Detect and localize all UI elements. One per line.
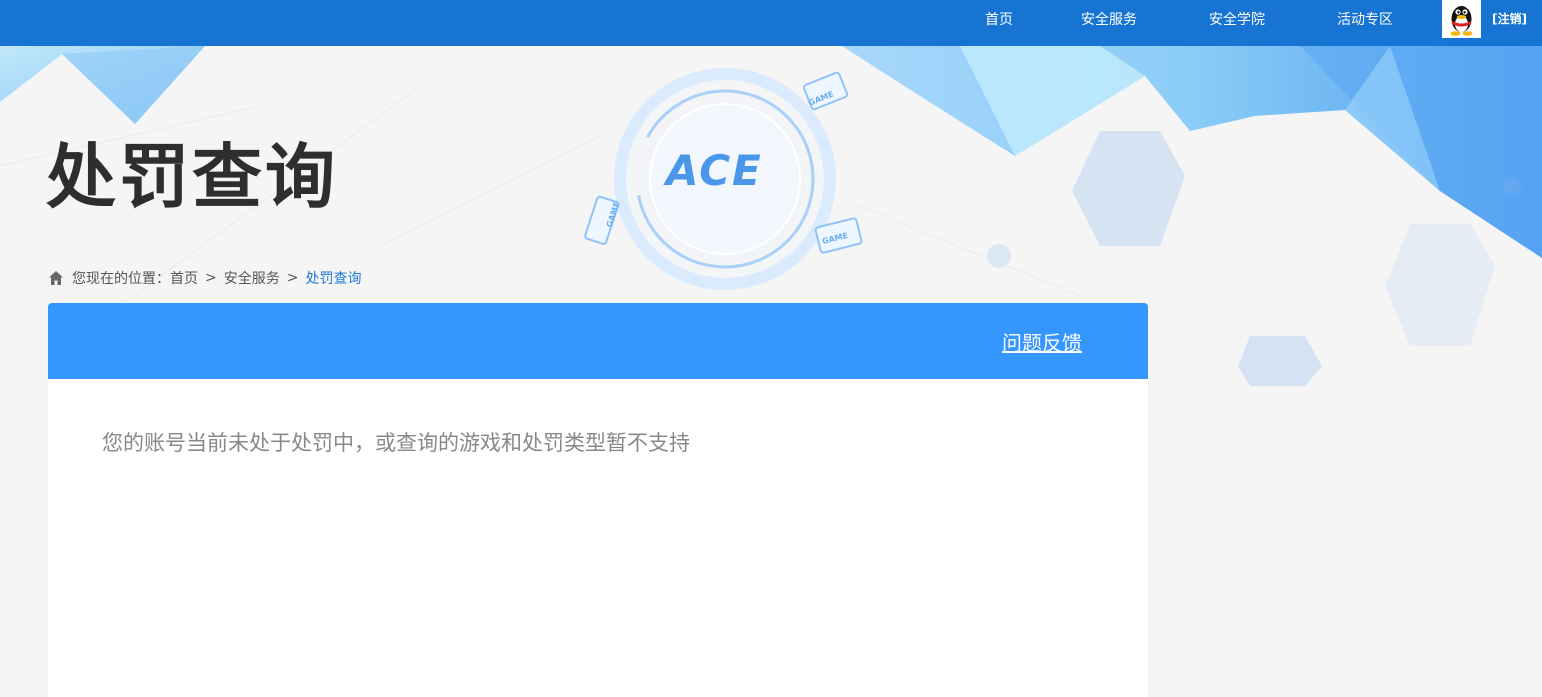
nav-activity-zone[interactable]: 活动专区 (1337, 0, 1393, 46)
home-icon (49, 271, 63, 285)
breadcrumb: 您现在的位置： 首页 > 安全服务 > 处罚查询 (48, 268, 361, 288)
logout-link[interactable]: [注销] (1492, 0, 1527, 40)
breadcrumb-separator: > (286, 270, 299, 286)
breadcrumb-home[interactable]: 首页 (170, 268, 198, 288)
result-panel: 您的账号当前未处于处罚中，或查询的游戏和处罚类型暂不支持 (48, 379, 1148, 697)
nav-home[interactable]: 首页 (985, 0, 1013, 46)
feedback-link[interactable]: 问题反馈 (1002, 327, 1082, 356)
qq-penguin-avatar[interactable] (1442, 0, 1481, 38)
penguin-icon (1450, 6, 1473, 36)
breadcrumb-current: 处罚查询 (305, 271, 362, 287)
panel-header: 问题反馈 (48, 303, 1148, 379)
breadcrumb-separator: > (205, 270, 217, 286)
breadcrumb-prefix: 您现在的位置： (72, 271, 170, 287)
top-nav-bar: 首页 安全服务 安全学院 活动专区 [注销] (0, 0, 1542, 46)
result-message: 您的账号当前未处于处罚中，或查询的游戏和处罚类型暂不支持 (102, 431, 690, 455)
page-title: 处罚查询 (46, 136, 338, 218)
nav-security-academy[interactable]: 安全学院 (1209, 0, 1265, 46)
nav-security-service[interactable]: 安全服务 (1081, 0, 1137, 46)
breadcrumb-security-service[interactable]: 安全服务 (224, 268, 280, 288)
ace-logo: ACE (666, 146, 763, 195)
